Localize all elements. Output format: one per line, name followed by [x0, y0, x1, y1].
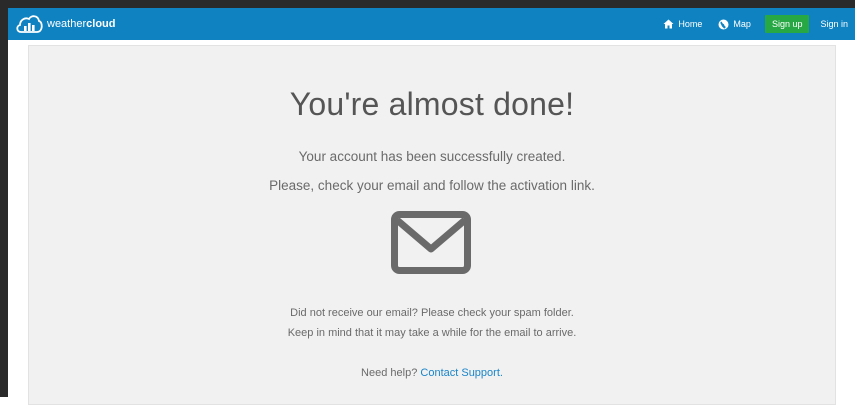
brand[interactable]: weathercloud [15, 13, 115, 35]
signin-link[interactable]: Sign in [815, 19, 855, 29]
delay-notice-text: Keep in mind that it may take a while fo… [287, 327, 577, 339]
activation-instruction-text: Please, check your email and follow the … [269, 178, 595, 193]
nav-home[interactable]: Home [655, 8, 710, 40]
help-text: Need help? Contact Support. [29, 367, 835, 379]
envelope-icon [391, 211, 471, 274]
page-title: You're almost done! [289, 86, 575, 122]
nav-map-label: Map [733, 19, 751, 29]
globe-icon [718, 19, 729, 29]
contact-support-link[interactable]: Contact Support. [420, 367, 503, 379]
nav-map[interactable]: Map [710, 8, 759, 40]
account-created-text: Your account has been successfully creat… [298, 149, 566, 164]
content-panel: You're almost done! Your account has bee… [28, 45, 836, 405]
signup-button[interactable]: Sign up [764, 15, 810, 33]
nav-menu: Home Map Sign up Sign in [655, 8, 855, 40]
weathercloud-logo-icon [16, 15, 43, 33]
brand-name: weathercloud [47, 18, 116, 30]
top-navbar: weathercloud Home Map Sign up Sign in [8, 8, 855, 40]
home-icon [663, 19, 674, 29]
spam-folder-text: Did not receive our email? Please check … [290, 307, 574, 319]
nav-home-label: Home [678, 19, 703, 29]
help-prefix: Need help? [361, 367, 418, 379]
